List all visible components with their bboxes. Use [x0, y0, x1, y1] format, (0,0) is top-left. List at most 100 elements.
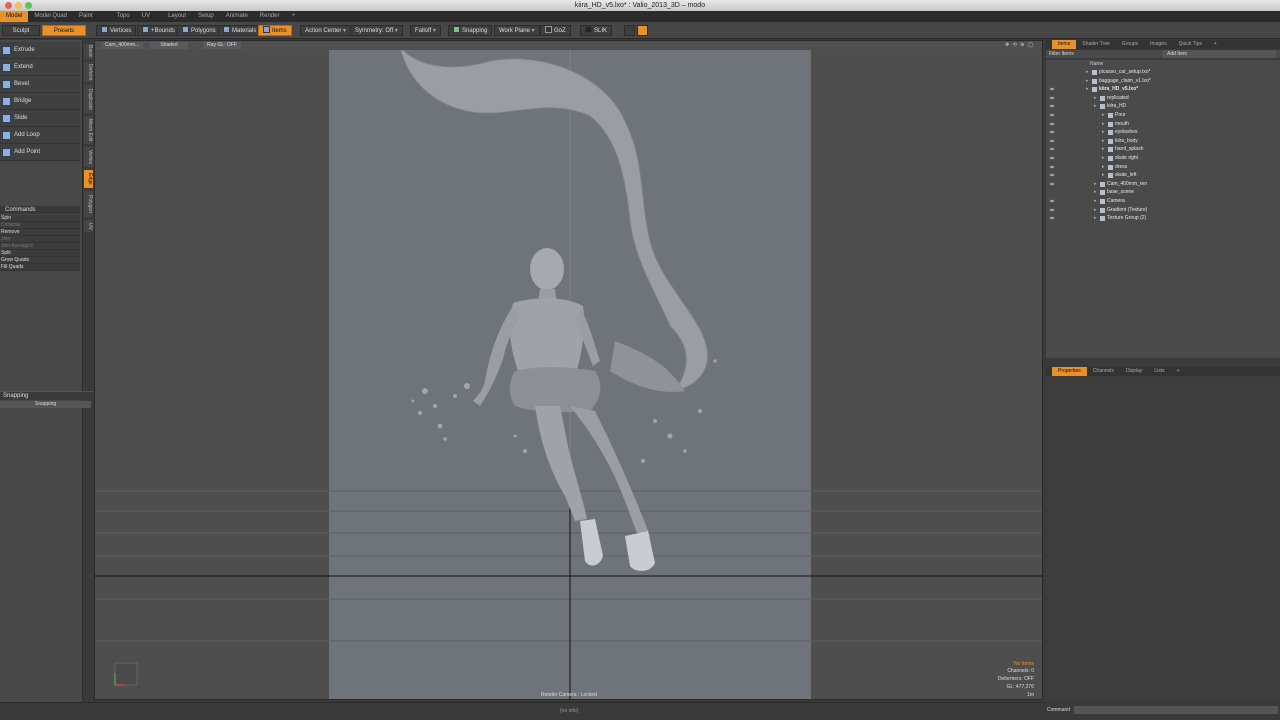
- expand-arrow-icon[interactable]: ▸: [1102, 154, 1105, 163]
- visibility-eye-icon[interactable]: [1049, 87, 1055, 92]
- work-plane-dropdown[interactable]: Work Plane: [494, 25, 540, 36]
- tab-properties[interactable]: Properties: [1052, 367, 1087, 376]
- add-point-tool[interactable]: Add Point: [0, 144, 80, 161]
- tab-duplicate[interactable]: Duplicate: [84, 85, 93, 113]
- tree-row[interactable]: ▸ kiira_body: [1046, 137, 1280, 146]
- bridge-tool[interactable]: Bridge: [0, 93, 80, 110]
- expand-arrow-icon[interactable]: ▸: [1094, 102, 1097, 111]
- vertices-button[interactable]: Vertices: [96, 25, 137, 36]
- visibility-eye-icon[interactable]: [1049, 104, 1055, 109]
- tree-row[interactable]: ▸ Texture Group (2): [1046, 214, 1280, 223]
- visibility-eye-icon[interactable]: [1049, 207, 1055, 212]
- tab-lists[interactable]: Lists: [1148, 367, 1170, 376]
- items-button[interactable]: Items: [258, 25, 292, 36]
- tab-setup[interactable]: Setup: [192, 11, 220, 22]
- visibility-eye-icon[interactable]: [1049, 147, 1055, 152]
- command-item[interactable]: Fill Quads: [0, 264, 80, 271]
- materials-button[interactable]: Materials: [218, 25, 262, 36]
- tree-row[interactable]: ▸ Gradient (Texture): [1046, 206, 1280, 215]
- add-tab-button[interactable]: +: [285, 11, 301, 22]
- add-item-dropdown[interactable]: Add Item: [1162, 50, 1276, 58]
- tab-uv[interactable]: UV: [84, 220, 93, 232]
- tree-row[interactable]: ▸ picasso_car_setup.lxo*: [1046, 68, 1280, 77]
- expand-arrow-icon[interactable]: ▸: [1102, 145, 1105, 154]
- visibility-eye-icon[interactable]: [1049, 199, 1055, 203]
- camera-dropdown[interactable]: Cam_400mm...: [101, 42, 144, 49]
- tree-row[interactable]: ▸ dress: [1046, 163, 1280, 172]
- bevel-tool[interactable]: Bevel: [0, 76, 80, 93]
- tab-layout[interactable]: Layout: [162, 11, 192, 22]
- hand-icon[interactable]: [637, 25, 648, 36]
- command-item[interactable]: Spin: [0, 215, 80, 222]
- close-window-icon[interactable]: [5, 2, 12, 9]
- visibility-eye-icon[interactable]: [1049, 156, 1055, 160]
- tree-row[interactable]: ▸ Camera: [1046, 197, 1280, 206]
- command-item[interactable]: Collapse: [0, 222, 80, 229]
- tab-paint[interactable]: Paint: [73, 11, 99, 22]
- extend-tool[interactable]: Extend: [0, 59, 80, 76]
- expand-arrow-icon[interactable]: ▸: [1086, 68, 1089, 77]
- visibility-eye-icon[interactable]: [1049, 121, 1055, 126]
- expand-arrow-icon[interactable]: ▸: [1094, 188, 1097, 197]
- tree-row[interactable]: ▸ kiira_HD_v5.lxo*: [1046, 85, 1280, 94]
- add-loop-tool[interactable]: Add Loop: [0, 127, 80, 144]
- tab-deform[interactable]: Deform: [84, 62, 93, 82]
- expand-arrow-icon[interactable]: ▸: [1102, 128, 1105, 137]
- command-item[interactable]: Remove: [0, 229, 80, 236]
- goz-button[interactable]: GoZ: [540, 25, 571, 36]
- zoom-window-icon[interactable]: [25, 2, 32, 9]
- symmetry-dropdown[interactable]: Symmetry: Off: [350, 25, 403, 36]
- tab-model[interactable]: Model: [0, 11, 29, 22]
- tab-animate[interactable]: Animate: [220, 11, 254, 22]
- expand-arrow-icon[interactable]: ▸: [1102, 137, 1105, 146]
- expand-arrow-icon[interactable]: ▸: [1102, 171, 1105, 180]
- tab-uv[interactable]: UV: [136, 11, 156, 22]
- tab-channels[interactable]: Channels: [1087, 367, 1120, 376]
- expand-arrow-icon[interactable]: ▸: [1102, 120, 1105, 129]
- tab-model-quad[interactable]: Model Quad: [28, 11, 73, 22]
- expand-arrow-icon[interactable]: ▸: [1094, 206, 1097, 215]
- filter-items-dropdown[interactable]: Filter Items: [1049, 50, 1159, 58]
- slide-tool[interactable]: Slide: [0, 110, 80, 127]
- command-input[interactable]: [1074, 706, 1278, 714]
- expand-arrow-icon[interactable]: ▸: [1094, 180, 1097, 189]
- add-properties-tab-button[interactable]: +: [1171, 367, 1186, 376]
- tree-row[interactable]: ▸ kiira_HD: [1046, 102, 1280, 111]
- action-center-dropdown[interactable]: Action Center: [300, 25, 352, 36]
- tab-vertex[interactable]: Vertex: [84, 147, 93, 167]
- expand-arrow-icon[interactable]: ▸: [1094, 214, 1097, 223]
- command-item[interactable]: Join Averaged: [0, 243, 80, 250]
- tab-shader-tree[interactable]: Shader Tree: [1076, 40, 1116, 49]
- bounds-button[interactable]: +Bounds: [137, 25, 180, 36]
- polygons-button[interactable]: Polygons: [177, 25, 221, 36]
- extrude-tool[interactable]: Extrude: [0, 42, 80, 59]
- expand-arrow-icon[interactable]: ▸: [1094, 94, 1097, 103]
- tree-row[interactable]: ▸ replicated: [1046, 94, 1280, 103]
- sculpt-button[interactable]: Sculpt: [2, 25, 40, 36]
- visibility-eye-icon[interactable]: [1049, 164, 1055, 169]
- minimize-window-icon[interactable]: [15, 2, 22, 9]
- visibility-eye-icon[interactable]: [1049, 181, 1055, 186]
- tab-topo[interactable]: Topo: [111, 11, 136, 22]
- expand-arrow-icon[interactable]: ▸: [1102, 111, 1105, 120]
- tab-mesh-edit[interactable]: Mesh Edit: [84, 116, 93, 144]
- snapping-row[interactable]: Snapping: [0, 401, 91, 408]
- snapping-button[interactable]: Snapping: [448, 25, 493, 36]
- presets-button[interactable]: Presets: [42, 25, 86, 36]
- expand-arrow-icon[interactable]: ▸: [1102, 163, 1105, 172]
- tree-row[interactable]: ▸ baggage_claim_v1.lxo*: [1046, 77, 1280, 86]
- tab-polygon[interactable]: Polygon: [84, 191, 93, 217]
- shading-dropdown[interactable]: Shaded: [150, 42, 188, 49]
- command-item[interactable]: Split: [0, 250, 80, 257]
- tab-render[interactable]: Render: [254, 11, 286, 22]
- 3d-viewport[interactable]: Cam_400mm... Shaded Ray GL: OFF ✥ ⟲ ⊕ ◯ …: [94, 40, 1043, 700]
- tab-groups[interactable]: Groups: [1116, 40, 1144, 49]
- tab-images[interactable]: Images: [1144, 40, 1172, 49]
- tree-row[interactable]: ▸ skate_left: [1046, 171, 1280, 180]
- tree-row[interactable]: ▸ skate right: [1046, 154, 1280, 163]
- visibility-eye-icon[interactable]: [1049, 95, 1055, 100]
- tab-display[interactable]: Display: [1120, 367, 1148, 376]
- falloff-dropdown[interactable]: Falloff: [410, 25, 441, 36]
- visibility-eye-icon[interactable]: [1049, 113, 1055, 117]
- tree-row[interactable]: ▸ Cam_400mm_ren: [1046, 180, 1280, 189]
